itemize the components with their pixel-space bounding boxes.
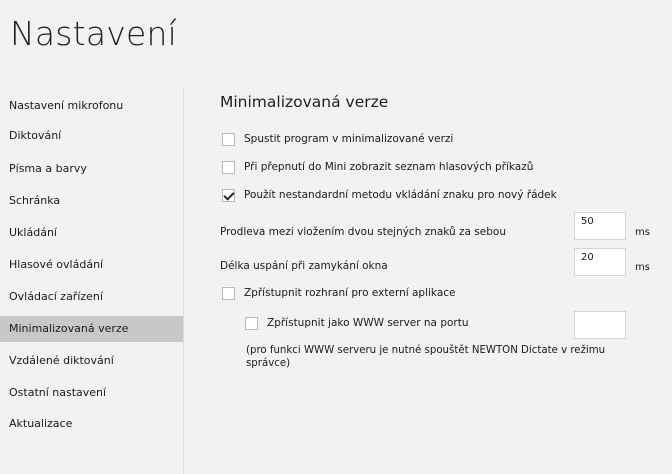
sidebar-item-updates[interactable]: Aktualizace	[0, 411, 183, 437]
sidebar-item-voice-control[interactable]: Hlasové ovládání	[0, 252, 183, 278]
www-server-label: Zpřístupnit jako WWW server na portu	[267, 317, 469, 329]
www-server-note: (pro funkci WWW serveru je nutné spouště…	[246, 345, 606, 369]
www-server-option[interactable]: Zpřístupnit jako WWW server na portu	[245, 317, 555, 335]
delay-label: Prodleva mezi vložením dvou stejných zna…	[220, 226, 507, 238]
sidebar-item-microphone[interactable]: Nastavení mikrofonu	[0, 93, 183, 119]
sidebar-item-dictation[interactable]: Diktování	[0, 123, 183, 149]
show-commands-option[interactable]: Při přepnutí do Mini zobrazit seznam hla…	[222, 161, 622, 179]
external-interface-checkbox[interactable]	[222, 287, 235, 300]
start-minimized-option[interactable]: Spustit program v minimalizované verzi	[222, 133, 622, 151]
show-commands-checkbox[interactable]	[222, 161, 235, 174]
nonstandard-newline-label: Použít nestandardní metodu vkládání znak…	[244, 189, 557, 201]
window-title: Nastavení	[10, 14, 177, 53]
sidebar-item-other-settings[interactable]: Ostatní nastavení	[0, 380, 183, 406]
external-interface-option[interactable]: Zpřístupnit rozhraní pro externí aplikac…	[222, 287, 552, 305]
sidebar-item-saving[interactable]: Ukládání	[0, 220, 183, 246]
sidebar-item-remote-dictation[interactable]: Vzdálené diktování	[0, 348, 183, 374]
nonstandard-newline-checkbox[interactable]	[222, 189, 235, 202]
delay-input[interactable]: 50	[574, 212, 626, 240]
start-minimized-label: Spustit program v minimalizované verzi	[244, 133, 454, 145]
sidebar-item-clipboard[interactable]: Schránka	[0, 188, 183, 214]
show-commands-label: Při přepnutí do Mini zobrazit seznam hla…	[244, 161, 534, 173]
settings-sidebar: Nastavení mikrofonu Diktování Písma a ba…	[0, 88, 184, 474]
sleep-input[interactable]: 20	[574, 248, 626, 276]
start-minimized-checkbox[interactable]	[222, 133, 235, 146]
delay-unit: ms	[635, 227, 650, 238]
section-title: Minimalizovaná verze	[220, 93, 389, 111]
sleep-unit: ms	[635, 262, 650, 273]
sleep-label: Délka uspání při zamykání okna	[220, 260, 388, 272]
nonstandard-newline-option[interactable]: Použít nestandardní metodu vkládání znak…	[222, 189, 642, 207]
sidebar-item-fonts-colors[interactable]: Písma a barvy	[0, 156, 183, 182]
sidebar-item-control-devices[interactable]: Ovládací zařízení	[0, 284, 183, 310]
sidebar-item-minimized-version[interactable]: Minimalizovaná verze	[0, 316, 183, 342]
www-server-checkbox[interactable]	[245, 317, 258, 330]
external-interface-label: Zpřístupnit rozhraní pro externí aplikac…	[244, 287, 456, 299]
port-input[interactable]	[574, 311, 626, 339]
